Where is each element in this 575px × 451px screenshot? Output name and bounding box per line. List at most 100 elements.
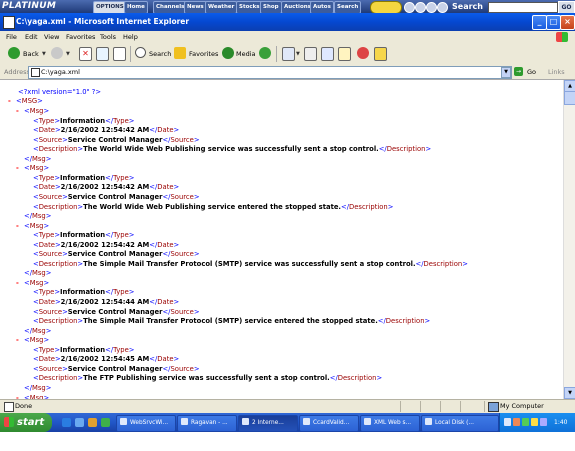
address-input[interactable] <box>28 66 512 79</box>
menu-help[interactable]: Help <box>123 31 138 43</box>
status-divider <box>420 401 421 412</box>
xml-type-element: <Type>Information</Type> <box>33 231 135 239</box>
desktop-icon[interactable] <box>88 418 97 427</box>
xml-file-icon <box>3 16 15 29</box>
taskbar-item[interactable]: XML Web s... <box>360 415 420 432</box>
circle-icon[interactable] <box>404 2 415 13</box>
menu-favorites[interactable]: Favorites <box>66 31 95 43</box>
toolbar-separator <box>130 46 131 62</box>
platinum-search-input[interactable] <box>488 2 558 13</box>
messenger-icon[interactable] <box>357 47 369 59</box>
menu-edit[interactable]: Edit <box>25 31 38 43</box>
menu-view[interactable]: View <box>44 31 59 43</box>
collapse-icon[interactable]: - <box>16 279 24 288</box>
go-arrow-icon[interactable]: → <box>514 67 523 76</box>
back-arrow-icon[interactable] <box>8 47 20 59</box>
xml-msg-close: </Msg> <box>24 327 52 335</box>
xml-description-element: <Description>The World Wide Web Publishi… <box>33 203 394 211</box>
maximize-button[interactable]: □ <box>546 15 561 30</box>
research-icon[interactable] <box>374 47 387 61</box>
collapse-icon[interactable]: - <box>16 222 24 231</box>
xml-msg-node[interactable]: - <Msg> <box>16 164 49 173</box>
home-icon[interactable] <box>113 47 126 61</box>
xml-date-element: <Date>2/16/2002 12:54:42 AM</Date> <box>33 126 180 134</box>
refresh-icon[interactable] <box>96 47 109 61</box>
discuss-icon[interactable] <box>338 47 351 61</box>
stop-icon[interactable]: ✕ <box>79 47 92 61</box>
collapse-icon[interactable]: - <box>16 336 24 345</box>
print-icon[interactable] <box>304 47 317 61</box>
taskbar-item-label: CcardValid... <box>313 420 350 426</box>
circle-icon[interactable] <box>426 2 437 13</box>
scroll-thumb[interactable] <box>564 91 575 105</box>
go-button[interactable]: Go <box>527 65 536 79</box>
outlook-icon[interactable] <box>75 418 84 427</box>
media-icon[interactable] <box>222 47 234 59</box>
search-button[interactable]: Search <box>149 43 171 65</box>
xml-description-element: <Description>The Simple Mail Transfer Pr… <box>33 260 468 268</box>
taskbar-item[interactable]: Local Disk (... <box>421 415 499 432</box>
xml-msg-node[interactable]: - <Msg> <box>16 336 49 345</box>
ie-icon[interactable] <box>62 418 71 427</box>
taskbar-item-label: XML Web s... <box>374 420 412 426</box>
tray-icon[interactable] <box>540 418 547 426</box>
start-button[interactable]: start <box>0 413 52 432</box>
vertical-scrollbar[interactable] <box>563 80 575 399</box>
mail-icon[interactable] <box>282 47 295 61</box>
scroll-down-arrow-icon[interactable]: ▼ <box>564 387 575 399</box>
menu-file[interactable]: File <box>6 31 17 43</box>
collapse-icon[interactable]: - <box>16 164 24 173</box>
tray-icon[interactable] <box>522 418 529 426</box>
taskbar-item[interactable]: WebSrvcWi... <box>116 415 176 432</box>
chevron-down-icon[interactable]: ▼ <box>296 43 300 65</box>
back-button[interactable]: Back <box>23 43 39 65</box>
xml-msg-node[interactable]: - <Msg> <box>16 107 49 116</box>
status-divider <box>400 401 401 412</box>
taskbar-item[interactable]: CcardValid... <box>299 415 359 432</box>
chevron-down-icon[interactable]: ▼ <box>66 43 70 65</box>
history-icon[interactable] <box>259 47 271 59</box>
xml-source-element: <Source>Service Control Manager</Source> <box>33 193 200 201</box>
xml-root-node[interactable]: - <MSG> <box>8 97 43 106</box>
status-divider <box>460 401 461 412</box>
media-player-icon[interactable] <box>101 418 110 427</box>
xml-msg-close: </Msg> <box>24 269 52 277</box>
collapse-icon[interactable]: - <box>8 97 16 106</box>
taskbar-item-label: 2 Interne... <box>252 420 284 426</box>
xml-msg-node[interactable]: - <Msg> <box>16 279 49 288</box>
address-value[interactable]: C:\yaga.xml <box>41 66 80 78</box>
edit-icon[interactable] <box>321 47 334 61</box>
close-button[interactable]: × <box>560 15 575 30</box>
search-icon[interactable] <box>135 47 146 58</box>
media-button[interactable]: Media <box>236 43 256 65</box>
status-divider <box>484 401 485 412</box>
xml-msg-node[interactable]: - <Msg> <box>16 222 49 231</box>
xml-source-element: <Source>Service Control Manager</Source> <box>33 308 200 316</box>
chevron-down-icon[interactable]: ▼ <box>501 67 511 78</box>
links-button[interactable]: Links <box>548 65 565 79</box>
xml-type-element: <Type>Information</Type> <box>33 346 135 354</box>
chevron-down-icon[interactable]: ▼ <box>42 43 46 65</box>
circle-icon[interactable] <box>415 2 426 13</box>
windows-logo-icon <box>556 32 568 42</box>
xml-msg-close: </Msg> <box>24 155 52 163</box>
document-view: <?xml version="1.0" ?> - <MSG> - <Msg> <Typ… <box>0 80 563 399</box>
favorites-star-icon[interactable] <box>174 47 186 59</box>
tray-icon[interactable] <box>531 418 538 426</box>
forward-arrow-icon[interactable] <box>51 47 63 59</box>
xml-description-element: <Description>The Simple Mail Transfer Pr… <box>33 317 431 325</box>
favorites-button[interactable]: Favorites <box>189 43 218 65</box>
xml-date-element: <Date>2/16/2002 12:54:42 AM</Date> <box>33 241 180 249</box>
taskbar-item-active[interactable]: 2 Interne... <box>238 415 298 432</box>
menu-tools[interactable]: Tools <box>100 31 116 43</box>
xml-description-element: <Description>The FTP Publishing service … <box>33 374 383 382</box>
tray-icon[interactable] <box>504 418 511 426</box>
app-icon <box>303 418 310 425</box>
taskbar-item[interactable]: Ragavan - ... <box>177 415 237 432</box>
tray-icon[interactable] <box>513 418 520 426</box>
clock: 1:40 AM <box>554 419 568 445</box>
taskbar-item-label: WebSrvcWi... <box>130 420 169 426</box>
minimize-button[interactable]: _ <box>532 15 547 30</box>
circle-icon[interactable] <box>437 2 448 13</box>
collapse-icon[interactable]: - <box>16 107 24 116</box>
